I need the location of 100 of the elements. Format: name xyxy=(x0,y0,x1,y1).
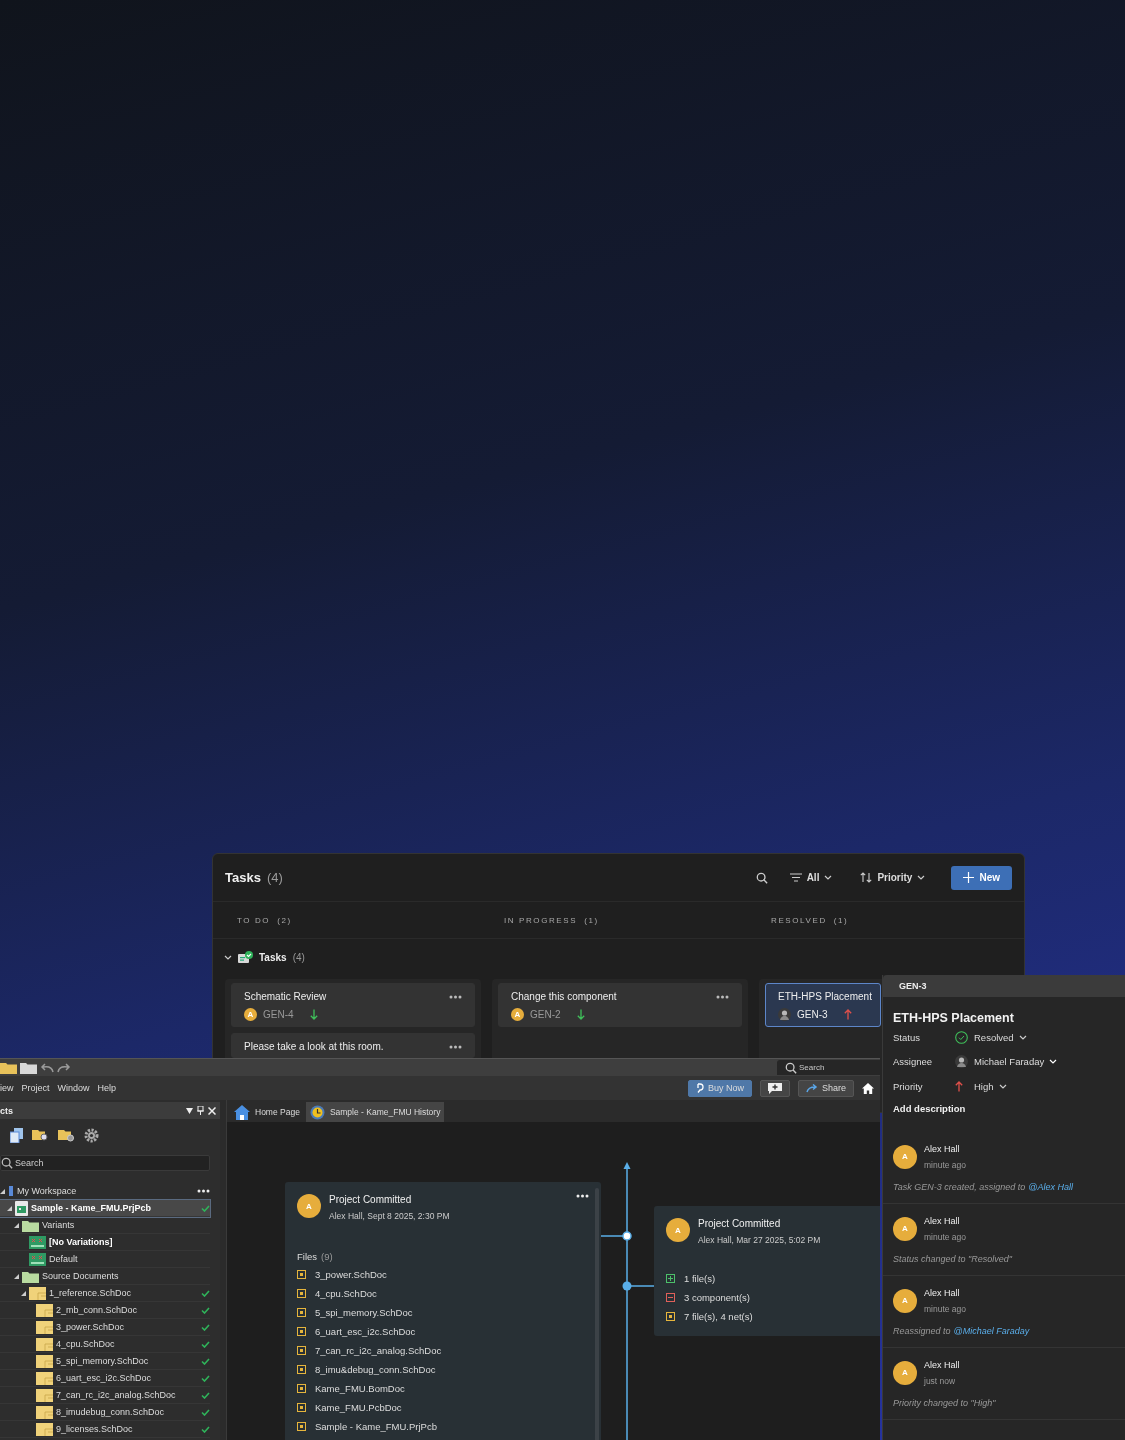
expand-triangle-icon[interactable] xyxy=(14,1222,19,1228)
search-icon[interactable] xyxy=(755,871,768,884)
folder-icon xyxy=(20,1061,37,1074)
filter-button[interactable]: All xyxy=(783,868,839,887)
menu-item[interactable]: iew xyxy=(0,1083,14,1093)
column-count: (1) xyxy=(584,915,599,925)
schematic-document-icon xyxy=(36,1337,53,1351)
field-dropdown[interactable]: Resolved xyxy=(974,1031,1115,1043)
menu-item[interactable]: Help xyxy=(97,1083,117,1093)
task-card[interactable]: ETH-HPS Placement GEN-3 xyxy=(765,983,881,1027)
expand-triangle-icon[interactable] xyxy=(7,1205,12,1211)
logo-icon xyxy=(695,1082,704,1094)
variant-icon xyxy=(29,1252,46,1266)
avatar-silhouette-icon xyxy=(955,1055,968,1069)
tree-item[interactable]: Variants xyxy=(0,1217,210,1234)
timestamp: just now xyxy=(924,1375,957,1386)
more-icon[interactable] xyxy=(576,1194,589,1198)
folder-settings-icon[interactable] xyxy=(58,1128,75,1142)
panel-tab[interactable]: GEN-3 xyxy=(899,981,927,991)
activity-message: Status changed to "Resolved" xyxy=(893,1253,1014,1264)
item-label: Default xyxy=(49,1254,79,1264)
file-name: 8_imu&debug_conn.SchDoc xyxy=(315,1364,436,1375)
dropdown-icon[interactable] xyxy=(186,1107,193,1114)
more-icon[interactable] xyxy=(449,1044,462,1049)
menu-item[interactable]: Project xyxy=(21,1083,50,1093)
tree-item[interactable]: Default xyxy=(0,1251,210,1268)
mention-link[interactable]: @Alex Hall xyxy=(1028,1181,1073,1192)
undo-icon[interactable] xyxy=(40,1062,54,1073)
home-icon[interactable] xyxy=(862,1082,874,1094)
add-comment-button[interactable] xyxy=(759,1079,790,1097)
commit-title: Project Committed xyxy=(329,1194,413,1205)
file-name: 4_cpu.SchDoc xyxy=(315,1288,377,1299)
expand-triangle-icon[interactable] xyxy=(21,1290,26,1296)
schematic-document-icon xyxy=(36,1354,53,1368)
avatar: A xyxy=(893,1144,917,1169)
tree-item[interactable]: 2_mb_conn.SchDoc xyxy=(0,1302,210,1319)
tree-item[interactable]: 1_reference.SchDoc xyxy=(0,1285,210,1302)
modified-file-icon xyxy=(297,1384,306,1393)
tree-item[interactable]: Sample - Kame_FMU.PrjPcb xyxy=(0,1200,210,1217)
search-field[interactable]: Search xyxy=(0,1155,210,1171)
schematic-document-icon xyxy=(36,1422,53,1436)
commit-title: Project Committed xyxy=(698,1218,782,1229)
share-button[interactable]: Share xyxy=(797,1079,854,1097)
task-key: GEN-4 xyxy=(263,1009,294,1020)
new-button[interactable]: New xyxy=(951,865,1012,890)
more-icon[interactable] xyxy=(716,994,729,999)
search-field[interactable]: Search xyxy=(777,1060,880,1075)
added-icon xyxy=(666,1274,675,1283)
avatar: A xyxy=(297,1194,321,1218)
tree-item[interactable]: 5_spi_memory.SchDoc xyxy=(0,1353,210,1370)
avatar: A xyxy=(244,1008,257,1021)
modified-file-icon xyxy=(297,1327,306,1336)
author-name: Alex Hall xyxy=(924,1215,961,1226)
redo-icon[interactable] xyxy=(57,1062,71,1073)
task-card[interactable]: Please take a look at this room. xyxy=(231,1033,475,1058)
expand-triangle-icon[interactable] xyxy=(0,1188,5,1194)
field-dropdown[interactable]: High xyxy=(974,1080,1115,1092)
modified-file-icon xyxy=(297,1422,306,1431)
documents-icon[interactable] xyxy=(10,1127,23,1143)
menu-item[interactable]: Window xyxy=(57,1083,90,1093)
tree-item[interactable]: [No Variations] xyxy=(0,1234,210,1251)
expand-triangle-icon[interactable] xyxy=(14,1273,19,1279)
item-label: 9_licenses.SchDoc xyxy=(56,1424,134,1434)
removed-icon xyxy=(666,1293,675,1302)
tree-item[interactable]: 9_licenses.SchDoc xyxy=(0,1421,210,1438)
tree-item[interactable]: 8_imudebug_conn.SchDoc xyxy=(0,1404,210,1421)
tree-item[interactable]: 7_can_rc_i2c_analog.SchDoc xyxy=(0,1387,210,1404)
tree-item[interactable]: Source Documents xyxy=(0,1268,210,1285)
column-header: TO DO xyxy=(237,915,271,925)
timestamp: minute ago xyxy=(924,1231,967,1242)
close-icon[interactable] xyxy=(208,1106,216,1115)
item-label: 5_spi_memory.SchDoc xyxy=(56,1356,150,1366)
sort-button[interactable]: Priority xyxy=(854,868,932,887)
task-card[interactable]: Schematic Review A GEN-4 xyxy=(231,983,475,1027)
more-icon[interactable] xyxy=(449,994,462,999)
caret-icon xyxy=(917,875,926,880)
tree-item[interactable]: 3_power.SchDoc xyxy=(0,1319,210,1336)
buy-now-button[interactable]: Buy Now xyxy=(687,1079,752,1097)
column-count: (2) xyxy=(277,915,292,925)
change-summary: 7 file(s), 4 net(s) xyxy=(684,1311,753,1322)
folder-search-icon[interactable] xyxy=(32,1128,49,1142)
field-dropdown[interactable]: Michael Faraday xyxy=(974,1056,1115,1068)
tree-item[interactable]: 4_cpu.SchDoc xyxy=(0,1336,210,1353)
document-tab[interactable]: Sample - Kame_FMU History xyxy=(305,1102,445,1122)
settings-icon[interactable] xyxy=(84,1127,99,1143)
mention-link[interactable]: @Michael Faraday xyxy=(953,1325,1030,1336)
tree-item[interactable]: 6_uart_esc_i2c.SchDoc xyxy=(0,1370,210,1387)
author-name: Alex Hall xyxy=(924,1359,960,1370)
item-label: Sample - Kame_FMU.PrjPcb xyxy=(31,1203,153,1213)
file-name: 3_power.SchDoc xyxy=(315,1269,387,1280)
more-icon[interactable] xyxy=(197,1189,210,1193)
task-title: ETH-HPS Placement xyxy=(893,1011,1015,1025)
add-description-link[interactable]: Add description xyxy=(893,1102,966,1114)
task-title: Please take a look at this room. xyxy=(244,1041,384,1052)
pin-icon[interactable] xyxy=(197,1106,204,1115)
share-arrow-icon xyxy=(805,1083,818,1093)
board-title: Tasks xyxy=(225,870,261,885)
task-card[interactable]: Change this component A GEN-2 xyxy=(498,983,742,1027)
item-label: 4_cpu.SchDoc xyxy=(56,1339,116,1349)
search-icon xyxy=(1,1157,13,1169)
